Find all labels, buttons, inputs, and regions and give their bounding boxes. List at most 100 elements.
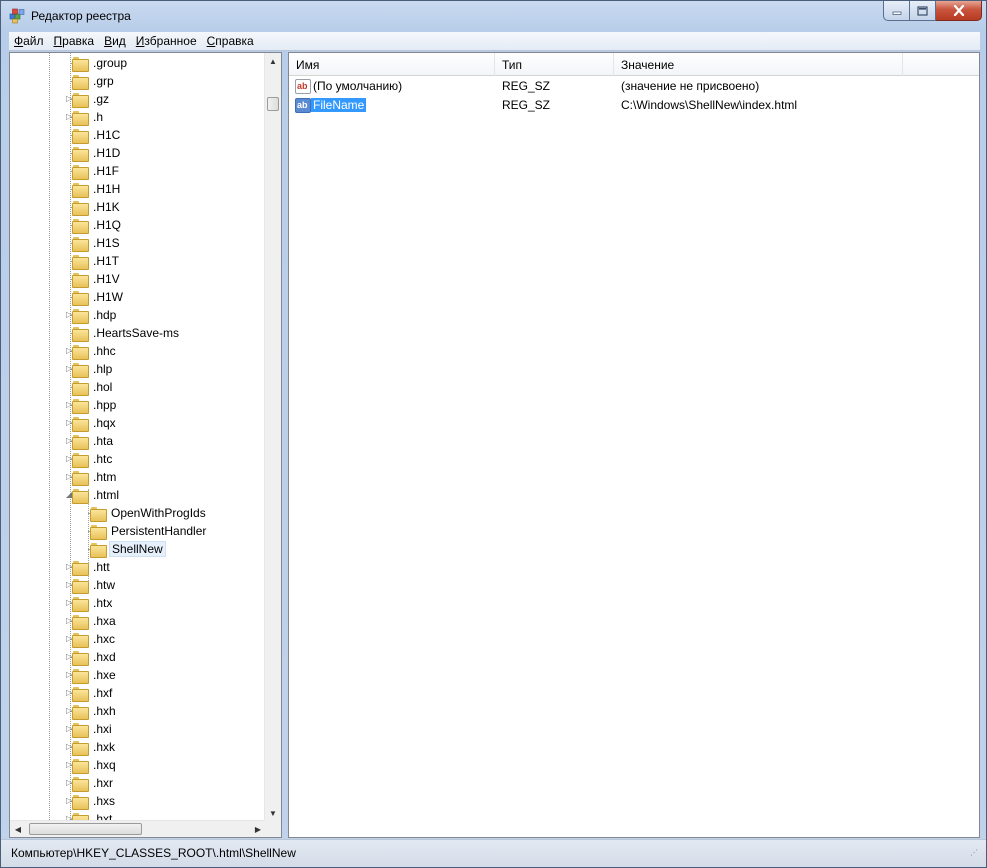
close-icon bbox=[953, 5, 964, 16]
tree-item[interactable]: .hxs bbox=[72, 792, 117, 810]
tree-item[interactable]: .hpp bbox=[72, 396, 118, 414]
tree-item-label: .hxk bbox=[93, 740, 116, 754]
tree-item[interactable]: .hdp bbox=[72, 306, 118, 324]
column-header-type[interactable]: Тип bbox=[495, 53, 614, 76]
tree-item[interactable]: .HeartsSave-ms bbox=[72, 324, 181, 342]
tree-item[interactable]: .H1S bbox=[72, 234, 122, 252]
tree-item-label: .hpp bbox=[93, 398, 117, 412]
menu-view[interactable]: Вид bbox=[99, 34, 131, 48]
tree-item-label: .H1S bbox=[93, 236, 120, 250]
maximize-icon bbox=[917, 5, 928, 16]
tree-item[interactable]: .hlp bbox=[72, 360, 114, 378]
tree-item-label: PersistentHandler bbox=[111, 524, 207, 538]
column-header-data[interactable]: Значение bbox=[614, 53, 903, 76]
tree-item[interactable]: .hqx bbox=[72, 414, 118, 432]
tree-item[interactable]: .hxa bbox=[72, 612, 118, 630]
tree-item[interactable]: .hxr bbox=[72, 774, 115, 792]
tree-item-label: .hol bbox=[93, 380, 113, 394]
window-title: Редактор реестра bbox=[31, 9, 131, 23]
tree-vertical-scrollbar[interactable]: ▲ ▼ bbox=[264, 53, 281, 822]
tree-item[interactable]: .hxi bbox=[72, 720, 114, 738]
tree-item-label: .hlp bbox=[93, 362, 113, 376]
tree-item[interactable]: ShellNew bbox=[90, 540, 166, 558]
folder-icon bbox=[72, 326, 89, 342]
maximize-button[interactable] bbox=[910, 1, 936, 21]
tree-item[interactable]: .hxe bbox=[72, 666, 118, 684]
tree-item[interactable]: .H1H bbox=[72, 180, 122, 198]
close-button[interactable] bbox=[936, 1, 982, 21]
tree-item[interactable]: .H1T bbox=[72, 252, 121, 270]
tree-item[interactable]: .hxf bbox=[72, 684, 114, 702]
tree-item[interactable]: .H1W bbox=[72, 288, 125, 306]
resize-grip-icon[interactable]: ⋰ bbox=[970, 849, 982, 863]
tree-vertical-scroll-thumb[interactable] bbox=[267, 97, 279, 111]
tree-item[interactable]: .H1C bbox=[72, 126, 122, 144]
tree-item[interactable]: .hxk bbox=[72, 738, 117, 756]
tree-item-label: .h bbox=[93, 110, 104, 124]
scroll-left-icon[interactable]: ◀ bbox=[10, 821, 26, 837]
tree-horizontal-scrollbar[interactable]: ◀ ▶ bbox=[10, 820, 266, 837]
tree-item-label: .hxa bbox=[93, 614, 116, 628]
tree-item[interactable]: .group bbox=[72, 54, 129, 72]
tree-item-label: .hxd bbox=[93, 650, 116, 664]
tree-item[interactable]: .H1V bbox=[72, 270, 122, 288]
tree-item[interactable]: .gz bbox=[72, 90, 111, 108]
key-tree-pane[interactable]: .group .grp ▷ .gz ▷ .h .H1C .H1D .H1F .H1H .H1K .H1… bbox=[9, 52, 282, 838]
tree-item[interactable]: PersistentHandler bbox=[90, 522, 208, 540]
menu-help[interactable]: Справка bbox=[202, 34, 259, 48]
folder-icon bbox=[72, 200, 89, 216]
tree-guide-line bbox=[49, 53, 50, 822]
tree-item[interactable]: .hhc bbox=[72, 342, 118, 360]
tree-item[interactable]: .hxq bbox=[72, 756, 118, 774]
tree-item[interactable]: .hxc bbox=[72, 630, 117, 648]
scrollbar-corner bbox=[264, 820, 281, 837]
folder-icon bbox=[72, 794, 89, 810]
folder-icon bbox=[90, 506, 107, 522]
values-pane[interactable]: Имя Тип Значение ab (По умолчанию) REG_S… bbox=[288, 52, 980, 838]
folder-icon bbox=[72, 560, 89, 576]
tree-item[interactable]: OpenWithProgIds bbox=[90, 504, 208, 522]
menu-file[interactable]: Файл bbox=[9, 34, 49, 48]
scroll-up-icon[interactable]: ▲ bbox=[265, 53, 281, 70]
value-name[interactable]: FileName bbox=[311, 98, 367, 112]
tree-item-label: .H1W bbox=[93, 290, 123, 304]
tree-item-label: .H1H bbox=[93, 182, 121, 196]
folder-icon bbox=[90, 542, 107, 558]
tree-item-label: .H1T bbox=[93, 254, 120, 268]
tree-item-label: .hxe bbox=[93, 668, 116, 682]
folder-icon bbox=[72, 290, 89, 306]
tree-item-label: .hxq bbox=[93, 758, 116, 772]
menu-favorites[interactable]: Избранное bbox=[131, 34, 202, 48]
tree-item-label: .group bbox=[93, 56, 128, 70]
tree-item[interactable]: .hxh bbox=[72, 702, 118, 720]
menu-edit[interactable]: Правка bbox=[49, 34, 100, 48]
tree-item[interactable]: .htx bbox=[72, 594, 114, 612]
caption-buttons bbox=[883, 1, 982, 21]
column-header-name[interactable]: Имя bbox=[289, 53, 495, 76]
tree-item[interactable]: .hxd bbox=[72, 648, 118, 666]
tree-item[interactable]: .htw bbox=[72, 576, 117, 594]
title-bar[interactable]: Редактор реестра bbox=[1, 1, 986, 31]
value-row[interactable]: ab FileName REG_SZ C:\Windows\ShellNew\i… bbox=[289, 96, 979, 115]
tree-item[interactable]: .H1F bbox=[72, 162, 121, 180]
tree-item[interactable]: .hta bbox=[72, 432, 115, 450]
tree-item[interactable]: .H1K bbox=[72, 198, 122, 216]
folder-icon bbox=[72, 362, 89, 378]
key-tree[interactable]: .group .grp ▷ .gz ▷ .h .H1C .H1D .H1F .H1H .H1K .H1… bbox=[10, 53, 266, 822]
tree-item[interactable]: .H1Q bbox=[72, 216, 123, 234]
tree-item[interactable]: .htm bbox=[72, 468, 118, 486]
tree-item[interactable]: .hol bbox=[72, 378, 114, 396]
tree-horizontal-scroll-thumb[interactable] bbox=[29, 823, 142, 835]
regedit-icon bbox=[9, 8, 25, 24]
tree-item[interactable]: .htt bbox=[72, 558, 112, 576]
tree-item[interactable]: .h bbox=[72, 108, 105, 126]
folder-icon bbox=[72, 704, 89, 720]
tree-item[interactable]: .H1D bbox=[72, 144, 122, 162]
tree-item[interactable]: .html bbox=[72, 486, 121, 504]
value-row[interactable]: ab (По умолчанию) REG_SZ (значение не пр… bbox=[289, 77, 979, 96]
tree-item[interactable]: .htc bbox=[72, 450, 114, 468]
minimize-button[interactable] bbox=[883, 1, 910, 21]
tree-item[interactable]: .grp bbox=[72, 72, 116, 90]
folder-icon bbox=[90, 524, 107, 540]
string-value-icon: ab bbox=[295, 79, 311, 94]
